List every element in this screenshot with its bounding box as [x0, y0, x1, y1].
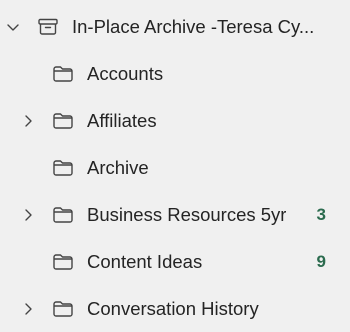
- folder-label: Affiliates: [87, 109, 157, 131]
- folder-label: Business Resources 5yr: [87, 203, 287, 225]
- chevron-right-icon[interactable]: [20, 301, 36, 317]
- folder-icon: [52, 253, 74, 271]
- folder-icon: [52, 159, 74, 177]
- folder-icon: [52, 300, 74, 318]
- chevron-right-icon[interactable]: [20, 113, 36, 129]
- folder-icon: [52, 65, 74, 83]
- archive-root-row[interactable]: In-Place Archive -Teresa Cy...: [0, 3, 350, 50]
- archive-root-label: In-Place Archive -Teresa Cy...: [72, 15, 315, 37]
- folder-item-content-ideas[interactable]: Content Ideas 9: [0, 238, 350, 285]
- folder-label: Content Ideas: [87, 250, 203, 272]
- archive-box-icon: [37, 18, 59, 36]
- folder-label: Accounts: [87, 62, 164, 84]
- unread-count-badge: 9: [316, 251, 326, 271]
- folder-item-archive[interactable]: Archive: [0, 144, 350, 191]
- chevron-down-icon[interactable]: [5, 19, 21, 35]
- folder-label: Archive: [87, 156, 149, 178]
- folder-item-accounts[interactable]: Accounts: [0, 50, 350, 97]
- folder-icon: [52, 112, 74, 130]
- folder-label: Conversation History: [87, 297, 259, 319]
- folder-item-conversation-history[interactable]: Conversation History: [0, 285, 350, 332]
- unread-count-badge: 3: [316, 204, 326, 224]
- folder-item-business-resources[interactable]: Business Resources 5yr 3: [0, 191, 350, 238]
- chevron-right-icon[interactable]: [20, 207, 36, 223]
- folder-icon: [52, 206, 74, 224]
- folder-tree: In-Place Archive -Teresa Cy... Accounts …: [0, 0, 350, 328]
- folder-item-affiliates[interactable]: Affiliates: [0, 97, 350, 144]
